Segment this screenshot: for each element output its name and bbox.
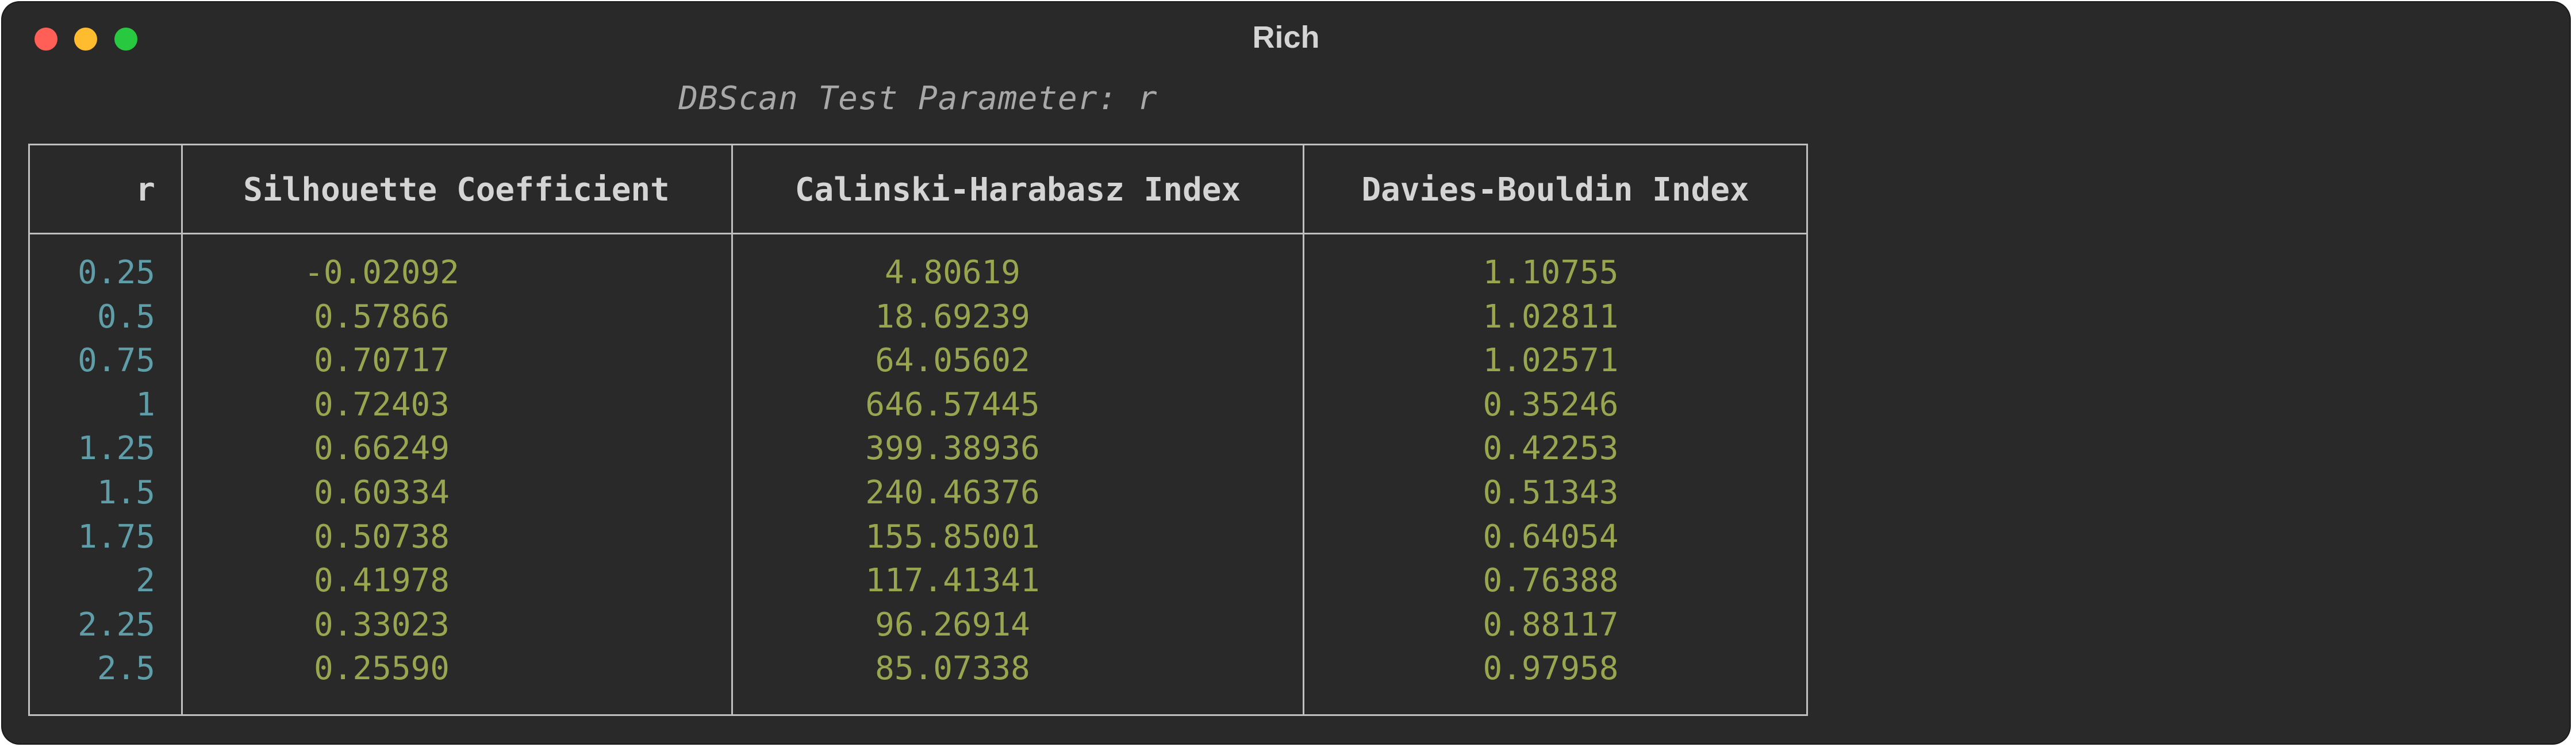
table-body: 0.25 -0.02092 4.80619 1.10755 0.5 0.57866 18.6… [30, 251, 1806, 691]
table-row: 0.25 -0.02092 4.80619 1.10755 [30, 251, 1806, 295]
cell-r: 1 [136, 386, 155, 423]
cell-silhouette: 0.25590 [313, 650, 450, 688]
cell-r: 2.25 [78, 606, 155, 644]
cell-calinski: 18.69239 [875, 298, 1030, 336]
cell-calinski: 64.05602 [875, 342, 1030, 380]
cell-davies: 0.97958 [1483, 650, 1619, 688]
results-table: r Silhouette Coefficient Calinski-Haraba… [28, 144, 1808, 716]
cell-davies: 1.02811 [1483, 298, 1619, 336]
cell-davies: 1.10755 [1483, 254, 1619, 291]
table-caption: DBScan Test Parameter: r [678, 80, 1158, 117]
cell-silhouette: 0.50738 [313, 518, 450, 556]
table-row: 2.5 0.25590 85.07338 0.97958 [30, 647, 1806, 691]
cell-davies: 0.42253 [1483, 430, 1619, 468]
window-title: Rich [1252, 20, 1320, 55]
cell-silhouette: 0.60334 [313, 473, 450, 511]
cell-r: 0.5 [97, 298, 155, 336]
cell-silhouette: 0.66249 [313, 430, 450, 468]
header-davies: Davies-Bouldin Index [1361, 171, 1749, 209]
table-row: 1.75 0.50738 155.85001 0.64054 [30, 515, 1806, 560]
cell-calinski: 4.80619 [884, 254, 1020, 291]
cell-davies: 1.02571 [1483, 342, 1619, 380]
cell-r: 2.5 [97, 650, 155, 688]
header-r: r [136, 171, 155, 209]
cell-calinski: 399.38936 [865, 430, 1040, 468]
cell-silhouette: 0.72403 [313, 386, 450, 423]
cell-calinski: 646.57445 [865, 386, 1040, 423]
cell-davies: 0.64054 [1483, 518, 1619, 556]
terminal-window: Rich DBScan Test Parameter: r r Silhouet… [2, 2, 2570, 744]
cell-r: 1.25 [78, 430, 155, 468]
table-row: 2 0.41978 117.41341 0.76388 [30, 559, 1806, 603]
cell-davies: 0.88117 [1483, 606, 1619, 644]
table-row: 0.5 0.57866 18.69239 1.02811 [30, 295, 1806, 340]
title-bar: Rich [2, 2, 2570, 71]
cell-calinski: 240.46376 [865, 473, 1040, 511]
cell-r: 0.25 [78, 254, 155, 291]
cell-r: 1.75 [78, 518, 155, 556]
cell-calinski: 155.85001 [865, 518, 1040, 556]
table-row: 1.25 0.66249 399.38936 0.42253 [30, 427, 1806, 471]
cell-davies: 0.35246 [1483, 386, 1619, 423]
header-silhouette: Silhouette Coefficient [243, 171, 670, 209]
cell-silhouette: 0.57866 [313, 298, 450, 336]
cell-davies: 0.76388 [1483, 562, 1619, 600]
header-divider [30, 233, 1806, 234]
cell-davies: 0.51343 [1483, 473, 1619, 511]
table-row: 2.25 0.33023 96.26914 0.88117 [30, 603, 1806, 648]
cell-r: 0.75 [78, 342, 155, 380]
cell-silhouette: -0.02092 [304, 254, 459, 291]
cell-silhouette: 0.70717 [313, 342, 450, 380]
cell-calinski: 117.41341 [865, 562, 1040, 600]
header-calinski: Calinski-Harabasz Index [794, 171, 1241, 209]
cell-silhouette: 0.33023 [313, 606, 450, 644]
cell-calinski: 85.07338 [875, 650, 1030, 688]
cell-r: 2 [136, 562, 155, 600]
table-row: 1 0.72403 646.57445 0.35246 [30, 383, 1806, 428]
cell-silhouette: 0.41978 [313, 562, 450, 600]
cell-calinski: 96.26914 [875, 606, 1030, 644]
table-row: 1.5 0.60334 240.46376 0.51343 [30, 471, 1806, 515]
table-row: 0.75 0.70717 64.05602 1.02571 [30, 339, 1806, 383]
cell-r: 1.5 [97, 473, 155, 511]
